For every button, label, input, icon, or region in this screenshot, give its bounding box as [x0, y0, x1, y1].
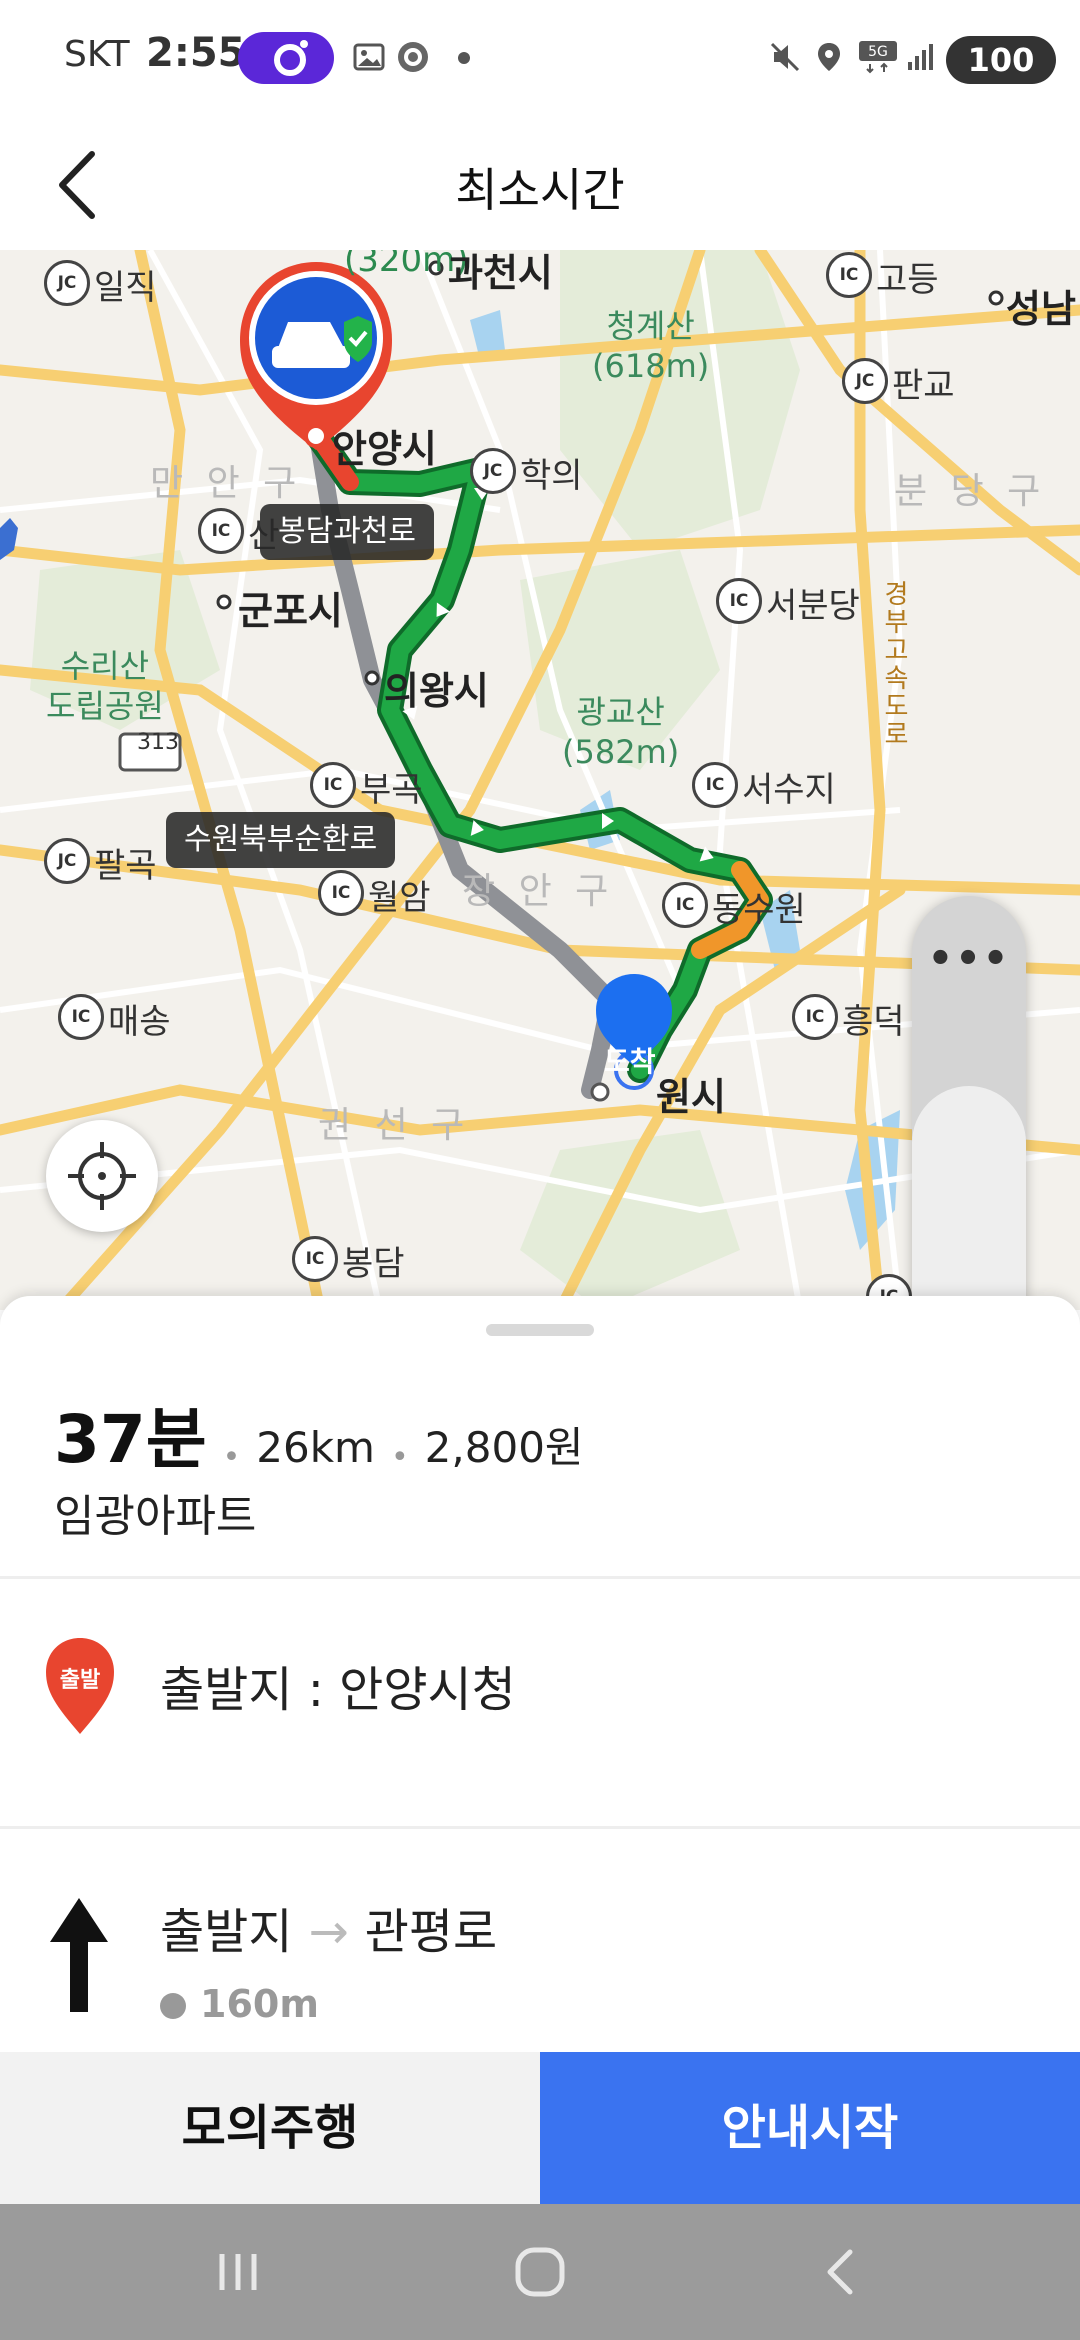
jc-marker-iljik: JC [44, 260, 90, 306]
simulate-drive-button[interactable]: 모의주행 [0, 2052, 540, 2204]
ic-marker-maesong: IC [58, 994, 104, 1040]
starbucks-icon [398, 42, 428, 72]
start-guidance-button[interactable]: 안내시작 [540, 2052, 1080, 2204]
5g-icon: 5G [859, 41, 897, 74]
threads-pill-icon [238, 32, 334, 84]
map-label-uiwang: 의왕시 [384, 669, 489, 713]
map-side-panel[interactable]: ••• [912, 896, 1026, 1310]
start-point-row[interactable]: 출발 출발지 : 안양시청 [0, 1576, 1080, 1816]
gallery-icon [353, 43, 385, 71]
ic-marker-heungdeok: IC [792, 994, 838, 1040]
ic-marker-wolam: IC [318, 870, 364, 916]
clock: 2:55 [146, 30, 246, 76]
straight-arrow-icon [50, 1898, 108, 2012]
map-label-surisan: 수리산 도립공원 [46, 647, 164, 725]
ic-label-iljik: 일직 [94, 268, 157, 308]
drag-handle[interactable] [486, 1324, 594, 1336]
route-summary-sheet[interactable]: 37분 • 26km • 2,800원 임광아파트 출발 출발지 : 안양시청 출발지 →… [0, 1296, 1080, 2052]
map-label-cheonggyesan: 청계산 (618m) [592, 307, 710, 385]
road-badge-suwonbukbu: 수원북부순환로 [166, 812, 396, 868]
map-district-gwonseon: 권 선 구 [318, 1105, 471, 1146]
system-navigation-bar [0, 2204, 1080, 2340]
ic-marker-san: IC [198, 508, 244, 554]
map-label-anyang: 안양시 [332, 427, 437, 471]
map-label-gwanggyosan: 광교산 (582m) [562, 693, 680, 771]
ic-marker-seosuji: IC [692, 762, 738, 808]
jc-marker-palgok: JC [44, 838, 90, 884]
current-location-button[interactable] [46, 1120, 158, 1232]
status-bar: SKT 2:55 5G 100 [0, 0, 1080, 118]
ic-label-pangyo: 판교 [892, 366, 955, 406]
destination-name: 임광아파트 [54, 1491, 257, 1542]
ic-label-hakui: 학의 [520, 456, 583, 496]
ic-marker-bugok: IC [310, 762, 356, 808]
route-map[interactable]: (320m) 과천시 성남 안양시 군포시 의왕시 원시 만 안 구 분 당 구… [0, 250, 1080, 1310]
home-button[interactable] [510, 2242, 570, 2302]
ic-label-heungdeok: 흥덕 [842, 1002, 905, 1042]
location-icon [818, 43, 840, 71]
recent-apps-button[interactable] [208, 2242, 268, 2302]
carrier-label: SKT [64, 34, 130, 75]
ic-label-wolam: 월암 [368, 878, 431, 918]
header: 최소시간 [0, 118, 1080, 250]
map-label-gwacheon: 과천시 [448, 251, 553, 295]
step-text: 출발지 → 관평로 [160, 1892, 497, 1962]
step-to: 관평로 [364, 1904, 498, 1960]
back-nav-button[interactable] [812, 2242, 872, 2302]
step-distance: 160m [160, 1982, 319, 2026]
page-title: 최소시간 [455, 163, 625, 217]
ic-marker-dongsuwon: IC [662, 882, 708, 928]
road-badge-bongdamgwacheon: 봉담과천로 [260, 504, 434, 560]
battery-icon: 100 [946, 36, 1056, 84]
ic-label-seosuji: 서수지 [742, 770, 836, 810]
ic-label-dongsuwon: 동수원 [712, 890, 806, 930]
ic-marker-bongdam: IC [292, 1236, 338, 1282]
svg-text:5G: 5G [868, 44, 888, 60]
jc-marker-hakui: JC [470, 448, 516, 494]
map-district-jangan: 장 안 구 [462, 871, 615, 912]
map-label-seongnam: 성남 [1006, 287, 1076, 331]
dot-icon [458, 52, 470, 64]
ic-label-palgok: 팔곡 [94, 846, 157, 886]
step-from: 출발지 [160, 1904, 293, 1960]
step-arrow-icon: → [308, 1904, 349, 1960]
map-district-manan: 만 안 구 [150, 463, 303, 504]
ic-marker-godeung: IC [826, 252, 872, 298]
ic-label-seobundang: 서분당 [766, 586, 860, 626]
toll-fee: 2,800원 [424, 1423, 584, 1472]
route-step-row[interactable]: 출발지 → 관평로 160m [0, 1836, 1080, 2052]
start-point-text: 출발지 : 안양시청 [160, 1662, 516, 1718]
separator-dot: • [390, 1440, 409, 1475]
travel-time: 37분 [54, 1401, 207, 1478]
start-marker-label: 출발 [59, 1668, 101, 1693]
ic-label-maesong: 매송 [108, 1002, 171, 1042]
forest-area [520, 1130, 740, 1310]
alt-route-end [590, 1082, 610, 1102]
ic-marker-seobundang: IC [716, 578, 762, 624]
ic-label-bongdam: 봉담 [342, 1244, 405, 1284]
signal-icon [908, 44, 933, 70]
map-district-bundang: 분 당 구 [894, 471, 1047, 512]
arrival-label: 도착 [604, 1045, 656, 1078]
ic-label-godeung: 고등 [876, 260, 939, 300]
divider [0, 1826, 1080, 1829]
map-label-gunpo: 군포시 [238, 589, 343, 633]
more-options-icon[interactable]: ••• [912, 936, 1026, 982]
ic-label-bugok: 부곡 [360, 770, 423, 810]
travel-distance: 26km [256, 1423, 375, 1472]
crosshair-icon [68, 1142, 136, 1210]
map-label-suwon: 원시 [656, 1075, 726, 1119]
map-label-gyeongbu-expressway: 경부고속도로 [879, 580, 909, 748]
mute-icon [770, 42, 800, 72]
route-summary: 37분 • 26km • 2,800원 [54, 1386, 584, 1482]
separator-dot: • [222, 1440, 241, 1475]
jc-marker-pangyo: JC [842, 358, 888, 404]
side-panel-slider[interactable] [912, 1086, 1026, 1310]
route-shield-label: 313 [137, 730, 179, 755]
